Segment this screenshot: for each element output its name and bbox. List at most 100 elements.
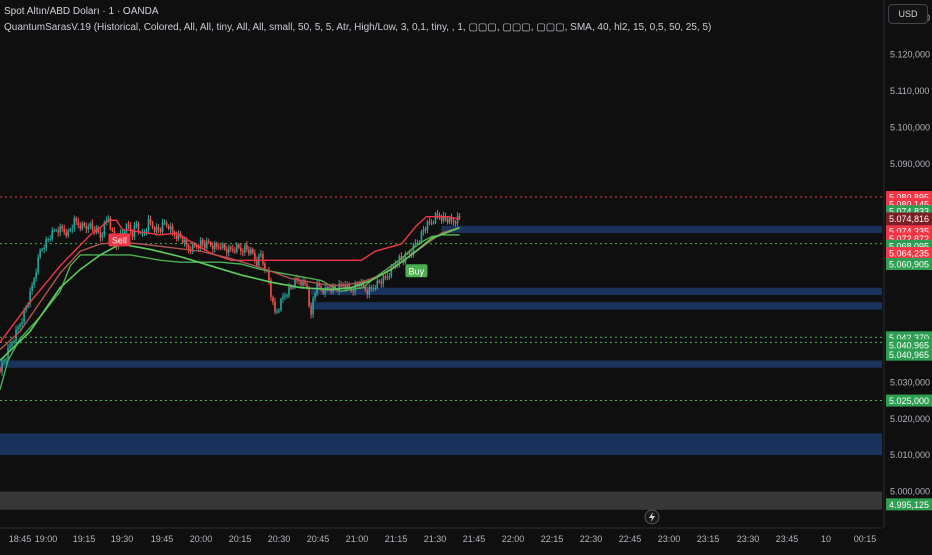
candle-body bbox=[11, 343, 13, 346]
candle-body bbox=[322, 289, 324, 294]
candle-body bbox=[314, 293, 316, 299]
demand-zone bbox=[0, 491, 882, 510]
candle-body bbox=[234, 250, 236, 252]
candle-body bbox=[33, 278, 35, 285]
candle-body bbox=[272, 297, 274, 302]
candle-body bbox=[354, 283, 357, 292]
time-tick-label: 20:30 bbox=[268, 534, 291, 544]
candle-body bbox=[99, 232, 102, 238]
candle-body bbox=[242, 251, 244, 253]
candle-body bbox=[209, 242, 212, 246]
price-tick-label: 5.100,000 bbox=[890, 122, 930, 132]
demand-zone bbox=[311, 287, 883, 295]
candle-body bbox=[290, 287, 292, 289]
candle-body bbox=[286, 295, 288, 297]
candle-body bbox=[260, 254, 262, 256]
candle-body bbox=[59, 226, 62, 233]
price-tick-label: 5.020,000 bbox=[890, 414, 930, 424]
currency-button[interactable]: USD bbox=[888, 4, 928, 24]
candle-body bbox=[388, 276, 391, 278]
indicator-label[interactable]: QuantumSarasV.19 (Historical, Colored, A… bbox=[4, 22, 711, 33]
time-tick-label: 20:45 bbox=[307, 534, 330, 544]
candle-body bbox=[55, 230, 57, 232]
candle-body bbox=[3, 360, 5, 362]
candle-body bbox=[386, 276, 389, 278]
candle-body bbox=[145, 229, 148, 233]
time-tick-label: 23:30 bbox=[737, 534, 760, 544]
candle-body bbox=[240, 247, 242, 252]
candle-body bbox=[274, 301, 276, 312]
candle-body bbox=[153, 227, 156, 232]
candle-body bbox=[262, 254, 264, 264]
candle-body bbox=[79, 225, 82, 229]
candle-body bbox=[416, 242, 419, 244]
candle-body bbox=[372, 288, 375, 290]
candle-body bbox=[35, 272, 37, 279]
candle-body bbox=[223, 244, 226, 250]
chart-area[interactable]: SellBuy5.130,0005.120,0005.110,0005.100,… bbox=[0, 0, 932, 550]
candle-body bbox=[378, 280, 381, 283]
price-axis[interactable] bbox=[884, 0, 932, 550]
candle-body bbox=[430, 222, 433, 224]
candle-body bbox=[382, 276, 385, 284]
candle-body bbox=[57, 230, 60, 233]
candle-body bbox=[203, 243, 206, 249]
candle-body bbox=[434, 213, 437, 223]
time-tick-label: 22:45 bbox=[619, 534, 642, 544]
chart-background bbox=[0, 0, 932, 550]
candle-body bbox=[159, 229, 162, 232]
price-label-text: 5.060,905 bbox=[889, 260, 929, 270]
candle-body bbox=[155, 227, 158, 232]
symbol-title[interactable]: Spot Altın/ABD Doları · 1 · OANDA bbox=[4, 6, 159, 17]
candle-body bbox=[91, 223, 94, 230]
candle-body bbox=[229, 247, 232, 249]
price-tick-label: 5.090,000 bbox=[890, 159, 930, 169]
candle-body bbox=[205, 240, 208, 249]
candle-body bbox=[432, 222, 435, 224]
candle-body bbox=[292, 287, 294, 289]
candle-body bbox=[424, 229, 427, 231]
candle-body bbox=[165, 222, 168, 226]
candle-body bbox=[157, 227, 160, 230]
candle-body bbox=[135, 223, 138, 227]
time-tick-label: 23:15 bbox=[697, 534, 720, 544]
candle-body bbox=[81, 223, 84, 229]
candle-body bbox=[63, 228, 66, 233]
candle-body bbox=[197, 247, 200, 249]
candle-body bbox=[366, 290, 369, 295]
demand-zone bbox=[311, 302, 883, 310]
candle-body bbox=[374, 288, 377, 290]
candle-body bbox=[89, 223, 92, 227]
candle-body bbox=[49, 239, 51, 241]
candle-body bbox=[370, 287, 373, 289]
signal-sell-label: Sell bbox=[112, 235, 127, 245]
time-tick-label: 23:45 bbox=[776, 534, 799, 544]
candle-body bbox=[280, 299, 282, 311]
candle-body bbox=[420, 231, 423, 243]
candle-body bbox=[328, 286, 330, 289]
time-tick-label: 21:45 bbox=[463, 534, 486, 544]
candle-body bbox=[1, 361, 3, 372]
time-tick-label: 19:15 bbox=[73, 534, 96, 544]
candle-body bbox=[368, 287, 371, 295]
candle-body bbox=[41, 249, 43, 251]
time-tick-label: 21:15 bbox=[385, 534, 408, 544]
candle-body bbox=[53, 230, 55, 232]
candle-body bbox=[326, 286, 328, 289]
time-tick-label: 20:15 bbox=[229, 534, 252, 544]
price-tick-label: 5.110,000 bbox=[890, 86, 929, 96]
candle-body bbox=[19, 324, 21, 327]
demand-zone bbox=[0, 433, 882, 456]
candle-body bbox=[308, 287, 310, 307]
price-chart[interactable]: SellBuy5.130,0005.120,0005.110,0005.100,… bbox=[0, 0, 932, 550]
time-tick-label: 21:30 bbox=[424, 534, 447, 544]
candle-body bbox=[408, 253, 411, 255]
candle-body bbox=[147, 218, 150, 230]
candle-body bbox=[340, 283, 342, 285]
candle-body bbox=[149, 218, 152, 224]
candle-body bbox=[201, 239, 204, 244]
candle-body bbox=[288, 287, 290, 296]
candle-body bbox=[422, 229, 425, 232]
demand-zone bbox=[0, 360, 882, 368]
candle-body bbox=[352, 291, 355, 293]
